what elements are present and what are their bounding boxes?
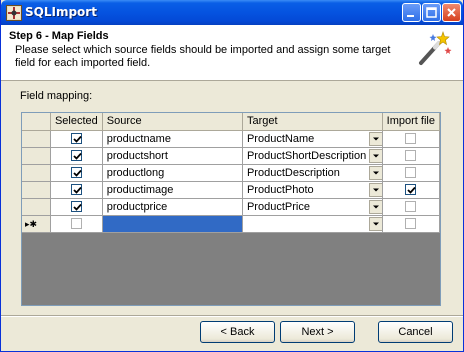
target-cell[interactable]: ProductName [242, 130, 383, 148]
source-cell[interactable]: productlong [102, 164, 243, 182]
selected-cell[interactable] [50, 198, 103, 216]
selected-cell[interactable] [50, 130, 103, 148]
mapping-table: Selected Source Target Import file produ… [22, 113, 441, 233]
selected-checkbox[interactable] [70, 133, 82, 145]
dropdown-arrow-icon[interactable] [368, 216, 382, 231]
table-row: productshort ProductShortDescription [22, 147, 441, 165]
table-row: productname ProductName [22, 130, 441, 148]
selected-cell[interactable] [50, 147, 103, 165]
import-file-cell[interactable] [382, 181, 441, 199]
app-icon [6, 5, 22, 21]
footer-separator [1, 315, 463, 317]
target-combobox[interactable]: ProductDescription [245, 165, 382, 181]
row-header[interactable] [22, 164, 51, 182]
import-file-checkbox[interactable] [405, 150, 417, 162]
import-file-cell[interactable] [382, 198, 441, 216]
target-combobox[interactable]: ProductName [245, 131, 382, 147]
column-header-import-file[interactable]: Import file [382, 113, 441, 131]
new-row-header[interactable]: ▸✱ [22, 215, 51, 233]
target-combobox[interactable]: ProductPhoto [245, 182, 382, 198]
cancel-button[interactable]: Cancel [378, 321, 453, 343]
dropdown-arrow-icon[interactable] [368, 199, 382, 214]
import-file-checkbox[interactable] [405, 133, 417, 145]
source-cell[interactable]: productprice [102, 198, 243, 216]
title-bar[interactable]: SQLImport [1, 0, 463, 25]
target-cell[interactable]: ProductDescription [242, 164, 383, 182]
import-file-cell[interactable] [382, 164, 441, 182]
row-header[interactable] [22, 130, 51, 148]
target-value: ProductName [246, 132, 315, 145]
new-row: ▸✱ [22, 215, 441, 233]
target-combobox[interactable]: ProductPrice [245, 199, 382, 215]
table-row: productlong ProductDescription [22, 164, 441, 182]
column-header-target[interactable]: Target [242, 113, 383, 131]
selected-checkbox[interactable] [70, 201, 82, 213]
source-cell-selected[interactable] [102, 215, 243, 233]
minimize-button[interactable] [402, 3, 421, 22]
back-button[interactable]: < Back [200, 321, 275, 343]
wizard-header: Step 6 - Map Fields Please select which … [1, 25, 463, 81]
import-file-cell[interactable] [382, 130, 441, 148]
row-header[interactable] [22, 198, 51, 216]
field-mapping-grid[interactable]: Selected Source Target Import file produ… [21, 112, 441, 306]
target-combobox[interactable] [245, 216, 382, 232]
import-file-cell[interactable] [382, 147, 441, 165]
target-combobox[interactable]: ProductShortDescription [245, 148, 382, 164]
import-file-checkbox[interactable] [405, 201, 417, 213]
selected-cell[interactable] [50, 215, 103, 233]
header-row: Selected Source Target Import file [22, 113, 441, 131]
close-button[interactable] [442, 3, 461, 22]
dropdown-arrow-icon[interactable] [368, 131, 382, 146]
selected-checkbox[interactable] [70, 184, 82, 196]
magic-wand-icon [413, 29, 453, 69]
source-cell[interactable]: productname [102, 130, 243, 148]
corner-header [22, 113, 51, 131]
target-value: ProductShortDescription [246, 149, 367, 162]
target-cell[interactable] [242, 215, 383, 233]
window-title: SQLImport [25, 5, 97, 19]
next-button[interactable]: Next > [280, 321, 355, 343]
source-cell[interactable]: productimage [102, 181, 243, 199]
step-title: Step 6 - Map Fields [9, 30, 109, 42]
source-cell[interactable]: productshort [102, 147, 243, 165]
table-row: productimage ProductPhoto [22, 181, 441, 199]
target-cell[interactable]: ProductShortDescription [242, 147, 383, 165]
selected-checkbox[interactable] [70, 218, 82, 230]
dropdown-arrow-icon[interactable] [368, 165, 382, 180]
row-header[interactable] [22, 181, 51, 199]
import-file-checkbox[interactable] [405, 184, 417, 196]
import-file-cell[interactable] [382, 215, 441, 233]
row-header[interactable] [22, 147, 51, 165]
import-file-checkbox[interactable] [405, 218, 417, 230]
dialog-window: SQLImport Step 6 - Map Fields Please sel… [0, 0, 464, 352]
selected-cell[interactable] [50, 164, 103, 182]
field-mapping-label: Field mapping: [20, 90, 93, 102]
target-value: ProductDescription [246, 166, 340, 179]
column-header-selected[interactable]: Selected [50, 113, 103, 131]
step-description: Please select which source fields should… [15, 44, 391, 69]
target-value: ProductPhoto [246, 183, 314, 196]
selected-cell[interactable] [50, 181, 103, 199]
dropdown-arrow-icon[interactable] [368, 182, 382, 197]
selected-checkbox[interactable] [70, 150, 82, 162]
dropdown-arrow-icon[interactable] [368, 148, 382, 163]
maximize-button[interactable] [422, 3, 441, 22]
table-row: productprice ProductPrice [22, 198, 441, 216]
selected-checkbox[interactable] [70, 167, 82, 179]
target-value: ProductPrice [246, 200, 310, 213]
column-header-source[interactable]: Source [102, 113, 243, 131]
import-file-checkbox[interactable] [405, 167, 417, 179]
target-cell[interactable]: ProductPrice [242, 198, 383, 216]
new-row-marker-icon: ▸✱ [25, 218, 38, 229]
target-cell[interactable]: ProductPhoto [242, 181, 383, 199]
